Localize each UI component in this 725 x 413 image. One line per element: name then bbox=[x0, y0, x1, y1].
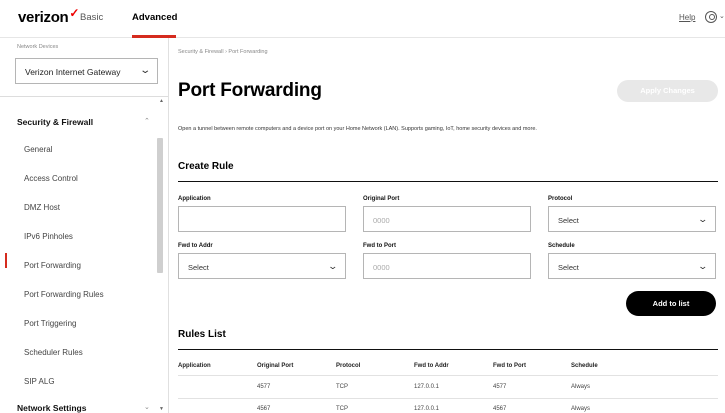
sidebar-item-scheduler-rules[interactable]: Scheduler Rules bbox=[24, 348, 83, 357]
tab-advanced[interactable]: Advanced bbox=[132, 12, 177, 23]
page-title: Port Forwarding bbox=[178, 80, 322, 101]
cell-schedule: Always bbox=[571, 384, 591, 390]
original-port-label: Original Port bbox=[363, 196, 400, 202]
main-scrollbar[interactable] bbox=[719, 38, 725, 413]
network-devices-label: Network Devices bbox=[17, 44, 59, 50]
column-header-application: Application bbox=[178, 363, 211, 369]
sidebar-divider bbox=[0, 96, 168, 97]
fwd-to-addr-select-value: Select bbox=[188, 263, 209, 272]
cell-fwd-to-addr: 127.0.0.1 bbox=[414, 384, 440, 390]
create-rule-divider bbox=[178, 181, 718, 182]
top-navigation-bar: verizon✓ Basic Advanced Help ⌄ bbox=[0, 0, 725, 38]
chevron-down-icon: ⌄ bbox=[327, 261, 339, 271]
schedule-select-value: Select bbox=[558, 263, 579, 272]
tab-basic[interactable]: Basic bbox=[80, 12, 103, 23]
active-item-indicator bbox=[5, 253, 7, 268]
verizon-logo[interactable]: verizon✓ bbox=[18, 6, 80, 26]
sidebar-section-security-firewall[interactable]: Security & Firewall bbox=[17, 117, 93, 127]
breadcrumb[interactable]: Security & Firewall › Port Forwarding bbox=[178, 49, 268, 55]
user-circle-icon[interactable] bbox=[705, 11, 717, 23]
sidebar-item-ipv6-pinholes[interactable]: IPv6 Pinholes bbox=[24, 232, 73, 241]
cell-protocol: TCP bbox=[336, 384, 348, 390]
schedule-label: Schedule bbox=[548, 243, 575, 249]
rules-list-divider bbox=[178, 349, 718, 350]
table-row-divider bbox=[178, 398, 718, 399]
fwd-to-addr-label: Fwd to Addr bbox=[178, 243, 213, 249]
device-select[interactable]: Verizon Internet Gateway ⌄ bbox=[15, 58, 158, 84]
sidebar: Network Devices Verizon Internet Gateway… bbox=[0, 38, 169, 413]
device-select-value: Verizon Internet Gateway bbox=[25, 67, 121, 77]
apply-changes-button[interactable]: Apply Changes bbox=[617, 80, 718, 102]
chevron-down-icon: ⌄ bbox=[138, 65, 151, 76]
cell-fwd-to-port: 4577 bbox=[493, 384, 507, 390]
schedule-select[interactable]: Select ⌄ bbox=[548, 253, 716, 279]
help-link[interactable]: Help bbox=[679, 13, 695, 22]
cell-fwd-to-port: 4567 bbox=[493, 406, 507, 412]
original-port-placeholder: 0000 bbox=[373, 216, 390, 225]
chevron-down-icon: ⌄ bbox=[697, 214, 709, 224]
cell-original-port: 4577 bbox=[257, 384, 271, 390]
fwd-to-port-label: Fwd to Port bbox=[363, 243, 396, 249]
fwd-to-port-placeholder: 0000 bbox=[373, 263, 390, 272]
column-header-fwd-to-addr: Fwd to Addr bbox=[414, 363, 449, 369]
page-description: Open a tunnel between remote computers a… bbox=[178, 126, 537, 132]
sidebar-item-general[interactable]: General bbox=[24, 145, 52, 154]
create-rule-title: Create Rule bbox=[178, 161, 234, 172]
cell-fwd-to-addr: 127.0.0.1 bbox=[414, 406, 440, 412]
add-to-list-button[interactable]: Add to list bbox=[626, 291, 716, 316]
scroll-up-arrow-icon[interactable]: ▲ bbox=[159, 98, 164, 104]
fwd-to-addr-select[interactable]: Select ⌄ bbox=[178, 253, 346, 279]
cell-schedule: Always bbox=[571, 406, 591, 412]
scroll-down-arrow-icon[interactable]: ▼ bbox=[159, 406, 164, 412]
fwd-to-port-input[interactable]: 0000 bbox=[363, 253, 531, 279]
brand-name: verizon bbox=[18, 9, 69, 26]
application-input[interactable] bbox=[178, 206, 346, 232]
protocol-label: Protocol bbox=[548, 196, 573, 202]
sidebar-section-network-settings[interactable]: Network Settings bbox=[17, 403, 86, 413]
chevron-down-icon: ⌄ bbox=[697, 261, 709, 271]
sidebar-item-port-triggering[interactable]: Port Triggering bbox=[24, 319, 76, 328]
sidebar-scrollbar-thumb[interactable] bbox=[157, 138, 163, 273]
rules-list-title: Rules List bbox=[178, 329, 226, 340]
sidebar-item-sip-alg[interactable]: SIP ALG bbox=[24, 377, 55, 386]
column-header-fwd-to-port: Fwd to Port bbox=[493, 363, 526, 369]
column-header-original-port: Original Port bbox=[257, 363, 294, 369]
column-header-protocol: Protocol bbox=[336, 363, 361, 369]
protocol-select-value: Select bbox=[558, 216, 579, 225]
sidebar-item-port-forwarding[interactable]: Port Forwarding bbox=[24, 261, 81, 270]
protocol-select[interactable]: Select ⌄ bbox=[548, 206, 716, 232]
original-port-input[interactable]: 0000 bbox=[363, 206, 531, 232]
chevron-down-icon[interactable]: ⌄ bbox=[719, 12, 725, 20]
application-label: Application bbox=[178, 196, 211, 202]
sidebar-item-dmz-host[interactable]: DMZ Host bbox=[24, 203, 60, 212]
column-header-schedule: Schedule bbox=[571, 363, 598, 369]
sidebar-item-access-control[interactable]: Access Control bbox=[24, 174, 78, 183]
cell-original-port: 4567 bbox=[257, 406, 271, 412]
table-row-divider bbox=[178, 375, 718, 376]
chevron-up-icon[interactable]: ⌃ bbox=[144, 117, 150, 125]
chevron-down-icon[interactable]: ⌄ bbox=[144, 403, 150, 411]
brand-check-icon: ✓ bbox=[69, 6, 80, 20]
cell-protocol: TCP bbox=[336, 406, 348, 412]
sidebar-item-port-forwarding-rules[interactable]: Port Forwarding Rules bbox=[24, 290, 104, 299]
